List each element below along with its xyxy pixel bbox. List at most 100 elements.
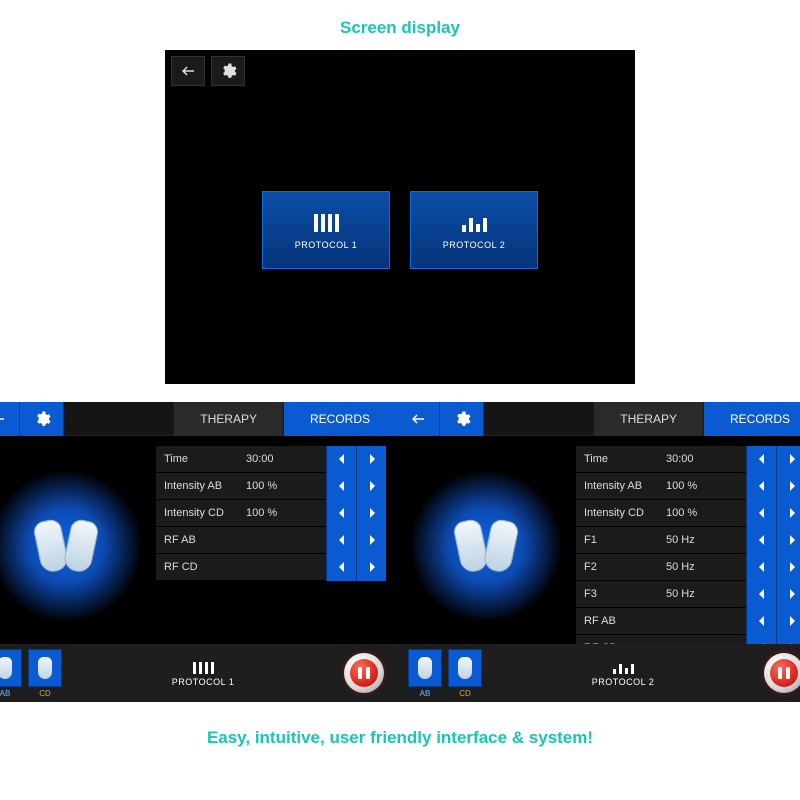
param-label: RF AB — [156, 534, 246, 546]
pad-icon — [458, 657, 472, 679]
protocol-1-label: PROTOCOL 1 — [295, 240, 358, 250]
pad-icon — [0, 657, 12, 679]
pad-icon — [452, 518, 490, 575]
increment-button[interactable] — [356, 500, 386, 527]
param-value: 50 Hz — [666, 561, 746, 573]
decrement-button[interactable] — [746, 500, 776, 527]
applicator-cd-button[interactable] — [28, 649, 62, 687]
tab-records[interactable]: RECORDS — [283, 402, 396, 436]
increment-button[interactable] — [356, 473, 386, 500]
pause-icon — [770, 659, 798, 687]
increment-button[interactable] — [776, 446, 800, 473]
param-row: Time30:00 — [156, 446, 386, 473]
param-label: RF CD — [156, 561, 246, 573]
protocol-2-tile[interactable]: PROTOCOL 2 — [410, 191, 538, 269]
decrement-button[interactable] — [326, 473, 356, 500]
param-label: Time — [156, 453, 246, 465]
increment-button[interactable] — [776, 473, 800, 500]
applicator-preview — [0, 436, 156, 656]
pad-icon — [482, 518, 520, 575]
decrement-button[interactable] — [326, 500, 356, 527]
parameter-list: Time30:00Intensity AB100 %Intensity CD10… — [156, 436, 396, 656]
decrement-button[interactable] — [326, 554, 356, 581]
settings-button[interactable] — [20, 402, 64, 436]
tab-records[interactable]: RECORDS — [703, 402, 800, 436]
param-row: Intensity AB100 % — [156, 473, 386, 500]
param-value: 100 % — [666, 507, 746, 519]
footer-protocol-label: PROTOCOL 2 — [482, 677, 764, 687]
param-label: Intensity AB — [576, 480, 666, 492]
decrement-button[interactable] — [746, 581, 776, 608]
param-row: Intensity CD100 % — [576, 500, 800, 527]
decrement-button[interactable] — [326, 446, 356, 473]
applicator-ab-button[interactable] — [408, 649, 442, 687]
protocol-2-label: PROTOCOL 2 — [443, 240, 506, 250]
param-label: Time — [576, 453, 666, 465]
applicator-ab-label: AB — [0, 689, 22, 698]
settings-button[interactable] — [440, 402, 484, 436]
decrement-button[interactable] — [746, 473, 776, 500]
back-button[interactable] — [171, 56, 205, 86]
decrement-button[interactable] — [746, 554, 776, 581]
param-row: Intensity CD100 % — [156, 500, 386, 527]
back-icon — [0, 410, 7, 428]
decrement-button[interactable] — [746, 608, 776, 635]
param-row: F150 Hz — [576, 527, 800, 554]
increment-button[interactable] — [776, 527, 800, 554]
param-value: 30:00 — [246, 453, 326, 465]
param-value: 100 % — [246, 507, 326, 519]
applicator-cd-button[interactable] — [448, 649, 482, 687]
pause-button[interactable] — [344, 653, 384, 693]
pause-icon — [350, 659, 378, 687]
pause-button[interactable] — [764, 653, 800, 693]
param-row: Time30:00 — [576, 446, 800, 473]
param-label: Intensity AB — [156, 480, 246, 492]
pad-icon — [418, 657, 432, 679]
protocol-row: PROTOCOL 1 PROTOCOL 2 — [262, 191, 538, 269]
back-button[interactable] — [396, 402, 440, 436]
applicator-cd-label: CD — [28, 689, 62, 698]
protocol-select-screen: PROTOCOL 1 PROTOCOL 2 — [165, 50, 635, 384]
page-heading: Screen display — [0, 0, 800, 50]
applicator-ab-button[interactable] — [0, 649, 22, 687]
increment-button[interactable] — [356, 554, 386, 581]
tab-therapy[interactable]: THERAPY — [173, 402, 283, 436]
gear-icon — [453, 410, 471, 428]
param-row: RF AB — [156, 527, 386, 554]
settings-button[interactable] — [211, 56, 245, 86]
increment-button[interactable] — [356, 446, 386, 473]
param-label: F2 — [576, 561, 666, 573]
tab-therapy[interactable]: THERAPY — [593, 402, 703, 436]
param-row: Intensity AB100 % — [576, 473, 800, 500]
pad-icon — [38, 657, 52, 679]
therapy-panel-1: THERAPY RECORDS Time30:00Intensity AB100… — [0, 402, 396, 702]
page-tagline: Easy, intuitive, user friendly interface… — [0, 702, 800, 774]
therapy-panel-2: THERAPY RECORDS Time30:00Intensity AB100… — [396, 402, 800, 702]
decrement-button[interactable] — [326, 527, 356, 554]
parameter-list: Time30:00Intensity AB100 %Intensity CD10… — [576, 436, 800, 656]
param-value: 100 % — [666, 480, 746, 492]
param-value: 100 % — [246, 480, 326, 492]
back-button[interactable] — [0, 402, 20, 436]
increment-button[interactable] — [776, 500, 800, 527]
back-icon — [179, 62, 197, 80]
protocol-1-bars-icon — [314, 210, 339, 232]
gear-icon — [219, 62, 237, 80]
decrement-button[interactable] — [746, 527, 776, 554]
footer-bars-icon — [62, 660, 344, 674]
param-label: RF AB — [576, 615, 666, 627]
pad-icon — [62, 518, 100, 575]
param-value: 30:00 — [666, 453, 746, 465]
param-label: F3 — [576, 588, 666, 600]
back-icon — [409, 410, 427, 428]
increment-button[interactable] — [776, 554, 800, 581]
increment-button[interactable] — [356, 527, 386, 554]
protocol-1-tile[interactable]: PROTOCOL 1 — [262, 191, 390, 269]
decrement-button[interactable] — [746, 446, 776, 473]
param-row: F350 Hz — [576, 581, 800, 608]
increment-button[interactable] — [776, 608, 800, 635]
increment-button[interactable] — [776, 581, 800, 608]
param-label: F1 — [576, 534, 666, 546]
gear-icon — [33, 410, 51, 428]
param-row: RF AB — [576, 608, 800, 635]
